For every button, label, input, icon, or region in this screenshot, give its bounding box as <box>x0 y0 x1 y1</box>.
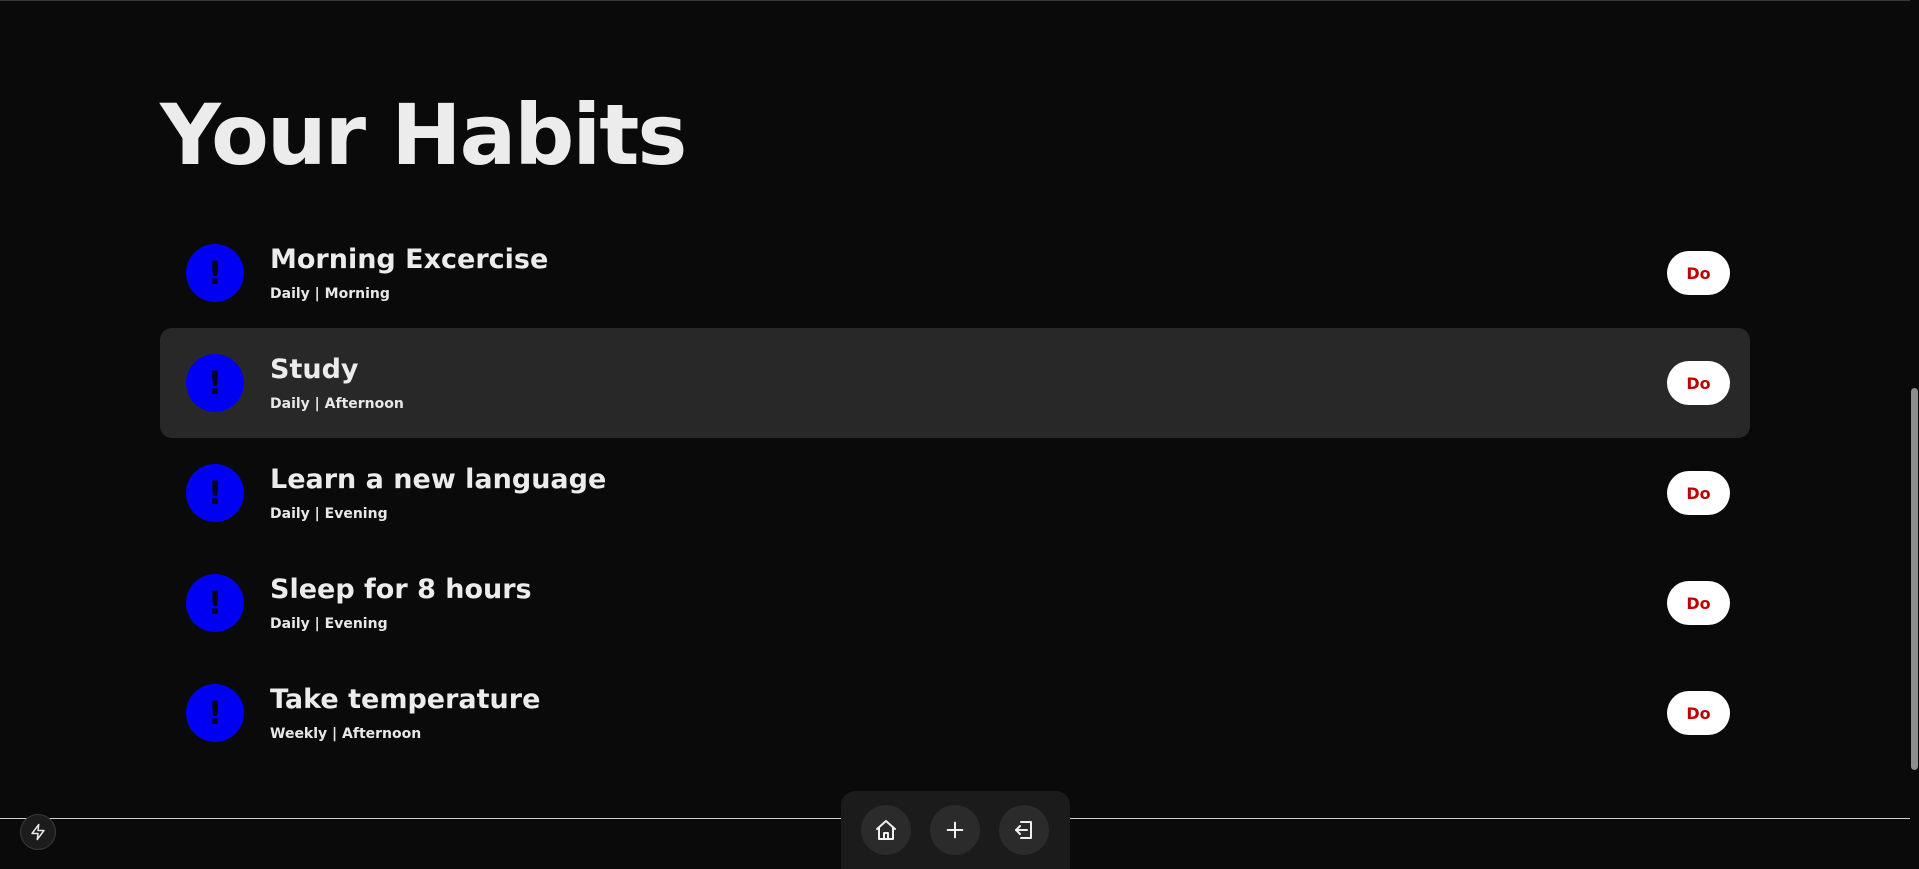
lightning-bolt-icon <box>31 823 45 841</box>
habit-row[interactable]: ! Take temperature Weekly | Afternoon Do <box>160 658 1750 768</box>
do-button[interactable]: Do <box>1667 581 1730 625</box>
habit-row[interactable]: ! Learn a new language Daily | Evening D… <box>160 438 1750 548</box>
habit-row[interactable]: ! Study Daily | Afternoon Do <box>160 328 1750 438</box>
plus-icon <box>946 821 964 839</box>
do-button[interactable]: Do <box>1667 251 1730 295</box>
habit-schedule: Daily | Evening <box>270 506 388 522</box>
exclamation-icon: ! <box>207 254 223 292</box>
habit-status-icon: ! <box>186 574 244 632</box>
exclamation-icon: ! <box>207 584 223 622</box>
habit-status-icon: ! <box>186 684 244 742</box>
habit-schedule: Daily | Afternoon <box>270 396 404 412</box>
habit-status-icon: ! <box>186 354 244 412</box>
habit-name: Sleep for 8 hours <box>270 574 532 605</box>
page-title: Your Habits <box>160 86 687 184</box>
bottom-dock <box>841 791 1070 869</box>
scrollbar-thumb[interactable] <box>1911 388 1918 770</box>
home-icon <box>876 820 896 840</box>
habit-list: ! Morning Excercise Daily | Morning Do !… <box>160 218 1750 768</box>
home-button[interactable] <box>861 805 911 855</box>
do-button[interactable]: Do <box>1667 471 1730 515</box>
exclamation-icon: ! <box>207 364 223 402</box>
lightning-bolt-button[interactable] <box>20 814 56 850</box>
scrollbar[interactable] <box>1910 0 1919 869</box>
habit-status-icon: ! <box>186 244 244 302</box>
exclamation-icon: ! <box>207 474 223 512</box>
habit-name: Study <box>270 354 359 385</box>
habit-status-icon: ! <box>186 464 244 522</box>
habit-row[interactable]: ! Morning Excercise Daily | Morning Do <box>160 218 1750 328</box>
habit-schedule: Weekly | Afternoon <box>270 726 422 742</box>
logout-button[interactable] <box>999 805 1049 855</box>
top-divider <box>0 0 1919 1</box>
logout-icon <box>1015 821 1032 839</box>
habit-schedule: Daily | Evening <box>270 616 388 632</box>
habit-name: Learn a new language <box>270 464 607 495</box>
habit-row[interactable]: ! Sleep for 8 hours Daily | Evening Do <box>160 548 1750 658</box>
habit-schedule: Daily | Morning <box>270 286 390 302</box>
habit-name: Morning Excercise <box>270 244 549 275</box>
exclamation-icon: ! <box>207 694 223 732</box>
add-habit-button[interactable] <box>930 805 980 855</box>
do-button[interactable]: Do <box>1667 691 1730 735</box>
do-button[interactable]: Do <box>1667 361 1730 405</box>
habit-name: Take temperature <box>270 684 541 715</box>
